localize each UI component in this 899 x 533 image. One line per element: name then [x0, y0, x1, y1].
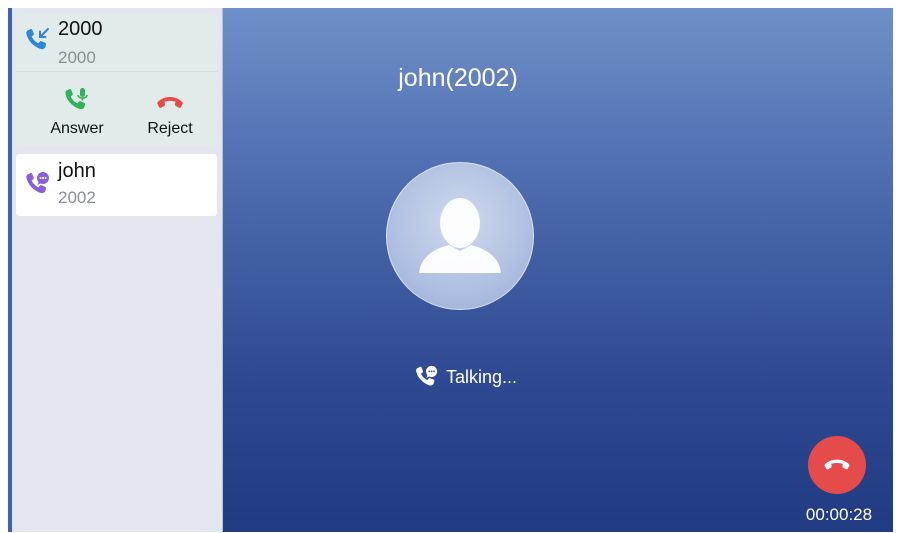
call-status-text: Talking... — [446, 367, 518, 387]
reject-button[interactable]: Reject — [130, 75, 210, 141]
incoming-call-card[interactable]: 2000 2000 Answer Reject — [16, 15, 217, 145]
answer-button[interactable]: Answer — [37, 75, 117, 141]
incoming-caller-number: 2000 — [58, 48, 96, 67]
reject-phone-icon — [154, 87, 186, 115]
hangup-icon — [824, 459, 850, 470]
active-caller-number: 2002 — [58, 188, 96, 207]
call-screen: 2000 2000 Answer Reject john 2002 john(2… — [8, 8, 893, 532]
incoming-call-info[interactable]: 2000 2000 — [16, 15, 217, 72]
answer-phone-icon — [61, 87, 93, 115]
hangup-button[interactable] — [808, 436, 866, 494]
call-title: john(2002) — [398, 64, 518, 92]
answer-label: Answer — [50, 120, 104, 137]
incoming-caller-name: 2000 — [58, 18, 103, 40]
incoming-call-icon — [23, 26, 51, 54]
active-caller-name: john — [58, 160, 96, 182]
call-timer: 00:00:28 — [805, 505, 873, 524]
contact-avatar-icon — [386, 162, 534, 310]
active-call-card[interactable]: john 2002 — [16, 154, 217, 216]
talking-call-icon — [23, 170, 51, 198]
reject-label: Reject — [147, 120, 193, 137]
call-list-sidebar: 2000 2000 Answer Reject john 2002 — [12, 8, 223, 532]
talking-call-icon — [413, 364, 439, 390]
